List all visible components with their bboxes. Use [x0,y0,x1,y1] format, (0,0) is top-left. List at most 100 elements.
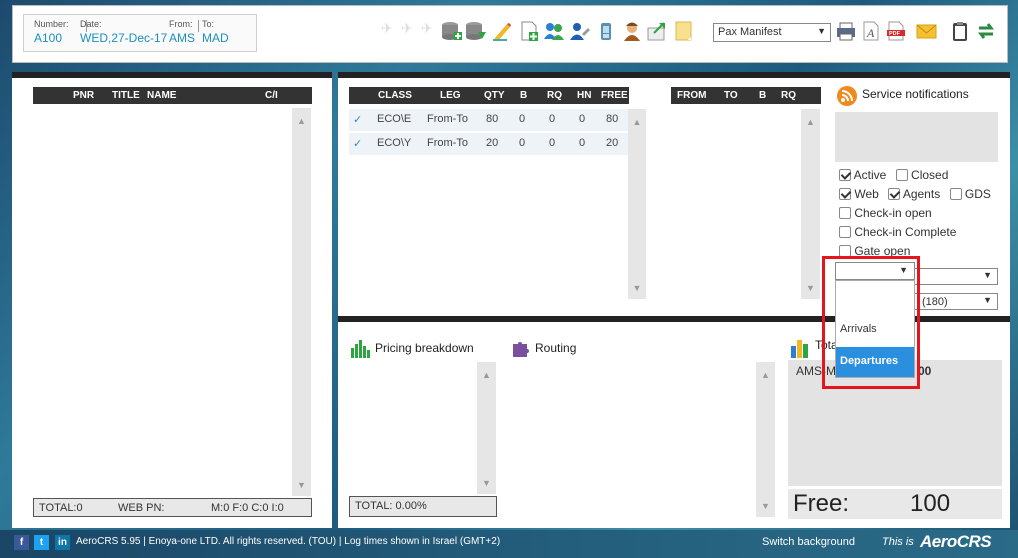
class-hn: 0 [579,137,586,149]
twitter-icon[interactable]: t [34,535,49,550]
aerocrs-logo: AeroCRS [920,532,992,551]
plane-icon[interactable]: ✈ [401,20,423,42]
flight-number-value: A100 [34,31,63,45]
report-type-value: Pax Manifest [718,26,782,38]
flight-to: To: MAD [202,19,229,45]
option-departures[interactable]: Departures [836,347,914,377]
page-add-icon[interactable] [518,20,540,42]
class-scrollbar[interactable]: ▲ ▼ [628,109,646,299]
gds-checkbox[interactable] [949,188,962,200]
pricing-breakdown-title: Pricing breakdown [375,341,474,355]
pricing-scrollbar[interactable]: ▲ ▼ [477,362,496,494]
scroll-up-arrow-icon[interactable]: ▲ [477,370,496,380]
refresh-icon[interactable] [975,20,997,42]
pdf-icon[interactable]: PDF [885,20,907,42]
plane-icon[interactable]: ✈ [421,20,443,42]
class-qty: 20 [486,137,499,149]
chevron-down-icon: ▼ [983,295,992,305]
clipboard-icon[interactable] [949,20,971,42]
notification-type-dropdown-field[interactable]: ▼ [835,262,915,280]
flight-date-label: Date: [80,19,102,29]
scroll-up-arrow-icon[interactable]: ▲ [292,116,311,126]
leg-table-header: FROM TO B RQ [671,87,821,104]
scroll-up-arrow-icon[interactable]: ▲ [628,117,646,127]
class-code: ECO\E [377,113,412,125]
printer-icon[interactable] [835,20,857,42]
pax-class-counts: M:0 F:0 C:0 I:0 [211,502,284,514]
col-pnr[interactable]: PNR [73,90,94,101]
leg-scrollbar[interactable]: ▲ ▼ [801,109,820,299]
web-checkbox[interactable] [839,188,851,200]
class-free: 80 [606,113,619,125]
scroll-up-arrow-icon[interactable]: ▲ [801,117,820,127]
flight-date: Date: WED,27-Dec-17 [80,19,167,45]
chevron-down-icon: ▼ [899,265,908,275]
col-from: FROM [677,90,707,101]
pricing-total: TOTAL: 0.00% [355,500,427,512]
export-icon[interactable] [646,20,668,42]
flight-info-box: Number: A100 Date: WED,27-Dec-17 From: A… [23,14,257,52]
scroll-down-arrow-icon[interactable]: ▼ [801,283,820,293]
col-title[interactable]: TITLE [112,90,140,101]
option-arrivals[interactable]: Arrivals [836,319,914,341]
chevron-down-icon: ▼ [983,270,992,280]
scroll-down-arrow-icon[interactable]: ▼ [477,478,496,488]
class-row[interactable]: ✓ ECO\E From-To 80 0 0 0 80 [349,109,628,131]
active-checkbox[interactable] [839,169,851,181]
flight-number-label: Number: [34,19,69,29]
routing-scrollbar[interactable]: ▲ ▼ [756,362,775,517]
users-icon[interactable] [543,20,565,42]
totals-value: 00 [918,364,932,378]
routing-title: Routing [535,341,577,355]
font-icon[interactable]: A [860,20,882,42]
scroll-up-arrow-icon[interactable]: ▲ [756,370,775,380]
mobile-phone-icon[interactable] [595,20,617,42]
checkin-open-label: Check-in open [854,206,932,220]
col-checkin[interactable]: C/I [265,90,278,101]
flight-from: From: AMS [169,19,195,45]
pax-table-header: PNR TITLE NAME C/I [33,87,312,104]
database-download-icon[interactable] [465,20,487,42]
closed-checkbox[interactable] [895,169,908,181]
check-icon: ✓ [353,138,363,150]
report-type-select[interactable]: Pax Manifest ▼ [713,23,831,42]
check-icon: ✓ [353,114,363,126]
email-icon[interactable] [915,20,937,42]
top-toolbar: Number: A100 Date: WED,27-Dec-17 From: A… [12,5,1008,63]
web-label: Web [854,187,879,201]
flight-date-value: WED,27-Dec-17 [80,31,168,45]
class-row[interactable]: ✓ ECO\Y From-To 20 0 0 0 20 [349,133,628,155]
service-notifications-title: Service notifications [862,87,969,101]
class-table-header: CLASS LEG QTY B RQ HN FREE [349,87,629,104]
col-b: B [759,90,767,101]
svg-text:A: A [866,26,875,40]
checkin-complete-checkbox[interactable] [839,226,851,238]
linkedin-icon[interactable]: in [55,535,70,550]
col-to: TO [724,90,738,101]
agent-icon[interactable] [621,20,643,42]
status-filter-row: Active Closed [839,168,954,182]
checkin-open-checkbox[interactable] [839,207,851,219]
database-add-icon[interactable] [441,20,463,42]
class-hn: 0 [579,113,586,125]
agents-label: Agents [902,187,941,201]
switch-background-link[interactable]: Switch background [762,536,855,548]
user-edit-icon[interactable] [568,20,590,42]
time-window-value: (180) [922,296,948,308]
facebook-icon[interactable]: f [14,535,29,550]
pencil-icon[interactable] [491,20,513,42]
scroll-down-arrow-icon[interactable]: ▼ [292,480,311,490]
class-qty: 80 [486,113,499,125]
plane-icon[interactable]: ✈ [381,20,403,42]
chevron-down-icon: ▼ [817,26,826,36]
class-leg: From-To [427,137,468,149]
agents-checkbox[interactable] [888,188,901,200]
scroll-down-arrow-icon[interactable]: ▼ [756,501,775,511]
class-rq: 0 [549,137,556,149]
pax-scrollbar[interactable]: ▲ ▼ [292,108,311,496]
note-icon[interactable] [673,20,695,42]
scroll-down-arrow-icon[interactable]: ▼ [628,283,646,293]
col-name[interactable]: NAME [147,90,176,101]
pricing-total-bar: TOTAL: 0.00% [349,496,497,517]
this-is-text: This is [882,536,914,548]
